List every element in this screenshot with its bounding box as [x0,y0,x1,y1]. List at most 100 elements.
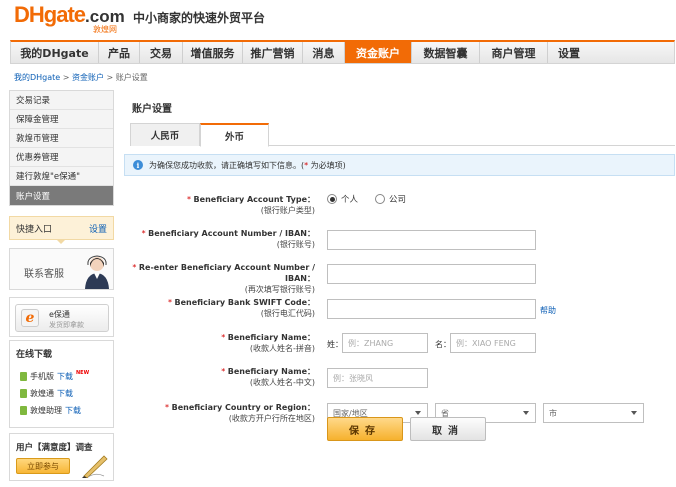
reenter-number-en: Re-enter Beneficiary Account Number / IB… [138,263,315,283]
nav-trade[interactable]: 交易 [140,42,183,63]
reenter-number-input[interactable] [327,264,536,284]
breadcrumb-funds[interactable]: 资金账户 [72,73,104,82]
name-chinese-en: Beneficiary Name： [227,367,315,376]
customer-service-banner[interactable]: 联系客服 [9,248,114,290]
app-icon [20,389,27,398]
swift-cn: (银行电汇代码) [260,309,315,318]
account-number-label: * Beneficiary Account Number / IBAN： (银行… [115,228,315,250]
nav-my-dhgate[interactable]: 我的DHgate [11,42,99,63]
download-label: 敦煌通 [30,389,54,398]
currency-tabs: 人民币 外币 [130,123,675,147]
tab-rmb[interactable]: 人民币 [130,123,200,146]
account-number-cn: (银行账号) [276,240,315,249]
last-name-input[interactable]: 例：ZHANG [342,333,428,353]
sidebar-item-transactions[interactable]: 交易记录 [10,91,113,110]
name-chinese-cn: (收款人姓名-中文) [249,378,315,387]
breadcrumb-my-dhgate[interactable]: 我的DHgate [14,73,60,82]
account-type-label: * Beneficiary Account Type： (银行账户类型) [115,194,315,216]
quick-entry-settings-link[interactable]: 设置 [89,222,107,235]
phone-icon [20,372,27,381]
cancel-button[interactable]: 取消 [410,417,486,441]
name-pinyin-en: Beneficiary Name： [227,333,315,342]
reenter-number-cn: (再次填写银行账号) [244,285,315,294]
radio-company-label: 公司 [389,195,407,205]
account-type-cn: (银行账户类型) [260,206,315,215]
nav-settings[interactable]: 设置 [548,42,590,63]
sidebar-item-account-settings[interactable]: 账户设置 [10,186,113,205]
radio-individual[interactable]: 个人 [327,193,358,205]
account-number-en: Beneficiary Account Number / IBAN： [148,229,315,238]
service-agent-icon [85,255,109,289]
breadcrumb-sep: > [104,73,116,82]
pen-icon [82,455,108,478]
city-select[interactable]: 市 [543,403,644,423]
download-row-assistant: 敦煌助理 下载 [20,405,81,416]
notice-text: 为确保您成功收款，请正确填写如下信息。(* 为必填项) [149,160,346,171]
nav-funds-account[interactable]: 资金账户 [345,42,412,63]
save-button[interactable]: 保存 [327,417,403,441]
download-link-dhtong[interactable]: 下载 [57,388,73,399]
swift-en: Beneficiary Bank SWIFT Code： [174,298,316,307]
radio-unchecked-icon [375,194,385,204]
sidebar-menu: 交易记录 保障金管理 敦煌币管理 优惠券管理 建行敦煌"e保通" 账户设置 [9,90,114,206]
chinese-name-input[interactable]: 例：张晓风 [327,368,428,388]
name-pinyin-cn: (收款人姓名-拼音) [249,344,315,353]
notice-star: * [304,160,309,170]
country-en: Beneficiary Country or Region： [171,403,315,412]
sidebar-item-coupons[interactable]: 优惠券管理 [10,148,113,167]
download-row-mobile: 手机版 下载 NEW [20,369,90,382]
download-title: 在线下载 [16,350,53,360]
breadcrumb: 我的DHgate > 资金账户 > 账户设置 [14,72,148,83]
sidebar-item-epay[interactable]: 建行敦煌"e保通" [10,167,113,186]
name-pinyin-label: * Beneficiary Name： (收款人姓名-拼音) [115,332,315,354]
notice-main: 为确保您成功收款，请正确填写如下信息。( [149,160,305,170]
chevron-down-icon [415,411,421,415]
nav-messages[interactable]: 消息 [303,42,345,63]
first-name-label: 名： [435,340,451,349]
nav-products[interactable]: 产品 [99,42,140,63]
breadcrumb-current: 账户设置 [115,73,148,82]
nav-data-insight[interactable]: 数据智囊 [412,42,480,63]
name-chinese-label: * Beneficiary Name： (收款人姓名-中文) [115,366,315,388]
country-label: * Beneficiary Country or Region： (收款方开户行… [115,402,315,424]
radio-company[interactable]: 公司 [375,193,406,205]
sidebar-item-deposit[interactable]: 保障金管理 [10,110,113,129]
app-icon [20,406,27,415]
tab-foreign-currency[interactable]: 外币 [200,123,269,147]
last-name-label: 姓： [327,340,343,349]
account-number-input[interactable] [327,230,536,250]
first-name-input[interactable]: 例：XIAO FENG [450,333,536,353]
epay-subtitle: 发货即拿款 [49,321,84,329]
reenter-number-label: * Re-enter Beneficiary Account Number / … [115,262,315,295]
nav-marketing[interactable]: 推广营销 [243,42,303,63]
new-badge: NEW [76,369,90,376]
swift-input[interactable] [327,299,536,319]
download-panel: 在线下载 手机版 下载 NEW 敦煌通 下载 敦煌助理 下载 [9,340,114,428]
nav-value-added[interactable]: 增值服务 [183,42,243,63]
breadcrumb-sep: > [60,73,73,82]
slogan: 中小商家的快速外贸平台 [133,11,266,25]
download-link-mobile[interactable]: 下载 [57,371,73,382]
swift-label: * Beneficiary Bank SWIFT Code： (银行电汇代码) [115,297,315,319]
country-cn: (收款方开户行所在地区) [228,414,315,423]
sidebar-item-dh-coins[interactable]: 敦煌币管理 [10,129,113,148]
chevron-down-icon [523,411,529,415]
survey-panel: 用户【满意度】调查 立即参与 [9,433,114,481]
page-title: 账户设置 [132,104,172,115]
nav-merchant-mgmt[interactable]: 商户管理 [480,42,548,63]
quick-entry-label: 快捷入口 [16,224,53,235]
radio-checked-icon [327,194,337,204]
epay-button[interactable]: e e保通 发货即拿款 [15,304,109,332]
survey-join-button[interactable]: 立即参与 [16,458,70,474]
customer-service-label: 联系客服 [24,269,64,280]
swift-help-link[interactable]: 帮助 [540,305,556,316]
main-nav: 我的DHgate 产品 交易 增值服务 推广营销 消息 资金账户 数据智囊 商户… [10,40,675,64]
info-notice: i 为确保您成功收款，请正确填写如下信息。(* 为必填项) [124,154,675,176]
account-type-en: Beneficiary Account Type： [193,195,315,204]
dhgate-logo[interactable]: DHgate.com 敦煌网 [14,2,125,34]
notice-tail: 为必填项) [310,160,346,170]
city-select-value: 市 [549,408,557,418]
download-link-assistant[interactable]: 下载 [65,405,81,416]
radio-individual-label: 个人 [341,195,359,205]
header: DHgate.com 敦煌网 中小商家的快速外贸平台 [0,0,676,38]
